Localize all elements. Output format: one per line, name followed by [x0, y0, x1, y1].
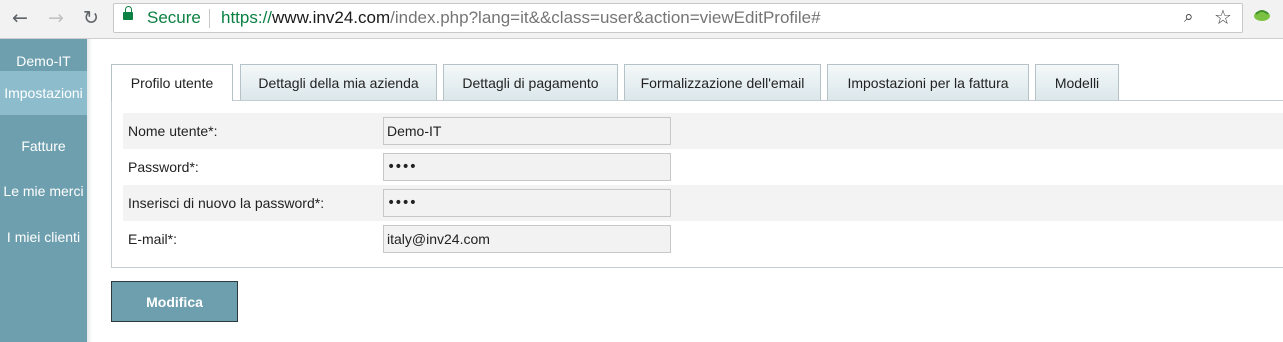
- modifica-button[interactable]: Modifica: [111, 281, 238, 322]
- url-host: www.inv24.com: [272, 8, 391, 27]
- sidebar-item-impostazioni[interactable]: Impostazioni: [0, 71, 87, 115]
- sidebar: Demo-IT Impostazioni Fatture Le mie merc…: [0, 39, 87, 342]
- tab-formalizzazione-email[interactable]: Formalizzazione dell'email: [624, 64, 821, 100]
- sidebar-item-le-mie-merci[interactable]: Le mie merci: [0, 183, 87, 199]
- extension-icon[interactable]: [1253, 7, 1271, 23]
- address-bar[interactable]: Secure https://www.inv24.com/index.php?l…: [113, 3, 1243, 33]
- username-label: Nome utente*:: [128, 123, 218, 139]
- password-confirm-field[interactable]: [383, 189, 671, 217]
- password-label: Password*:: [128, 159, 199, 175]
- sidebar-item-demo-it[interactable]: Demo-IT: [0, 53, 87, 69]
- tab-impostazioni-fattura[interactable]: Impostazioni per la fattura: [827, 64, 1029, 100]
- url-path: /index.php?lang=it&&class=user&action=vi…: [390, 8, 821, 27]
- lock-icon: [123, 6, 133, 20]
- tab-dettagli-azienda[interactable]: Dettagli della mia azienda: [240, 64, 437, 100]
- tab-modelli[interactable]: Modelli: [1035, 64, 1119, 100]
- sidebar-item-fatture[interactable]: Fatture: [0, 138, 87, 154]
- zoom-icon[interactable]: ⌕: [1184, 7, 1194, 27]
- sidebar-shadow: [87, 39, 92, 342]
- secure-label: Secure: [147, 8, 201, 27]
- browser-toolbar: ← → ↻ Secure https://www.inv24.com/index…: [0, 0, 1283, 39]
- sidebar-item-i-miei-clienti[interactable]: I miei clienti: [0, 229, 87, 245]
- form-row-password: Password*:: [123, 149, 1283, 185]
- form-row-email: E-mail*:: [123, 221, 1283, 257]
- password-field[interactable]: [383, 153, 671, 181]
- bookmark-star-icon[interactable]: ☆: [1214, 5, 1232, 29]
- tab-dettagli-pagamento[interactable]: Dettagli di pagamento: [443, 64, 618, 100]
- url-scheme: https://: [221, 8, 273, 27]
- url-text[interactable]: https://www.inv24.com/index.php?lang=it&…: [221, 8, 821, 28]
- back-arrow-icon[interactable]: ←: [8, 6, 32, 30]
- username-field[interactable]: [383, 117, 671, 145]
- form-row-password-confirm: Inserisci di nuovo la password*:: [123, 185, 1283, 221]
- email-field[interactable]: [383, 225, 671, 253]
- password-confirm-label: Inserisci di nuovo la password*:: [128, 195, 325, 211]
- reload-icon[interactable]: ↻: [79, 6, 103, 30]
- address-separator: [209, 9, 210, 28]
- email-label: E-mail*:: [128, 231, 178, 247]
- forward-arrow-icon[interactable]: →: [44, 6, 68, 30]
- form-row-username: Nome utente*:: [123, 113, 1283, 149]
- tab-profilo-utente[interactable]: Profilo utente: [111, 64, 233, 101]
